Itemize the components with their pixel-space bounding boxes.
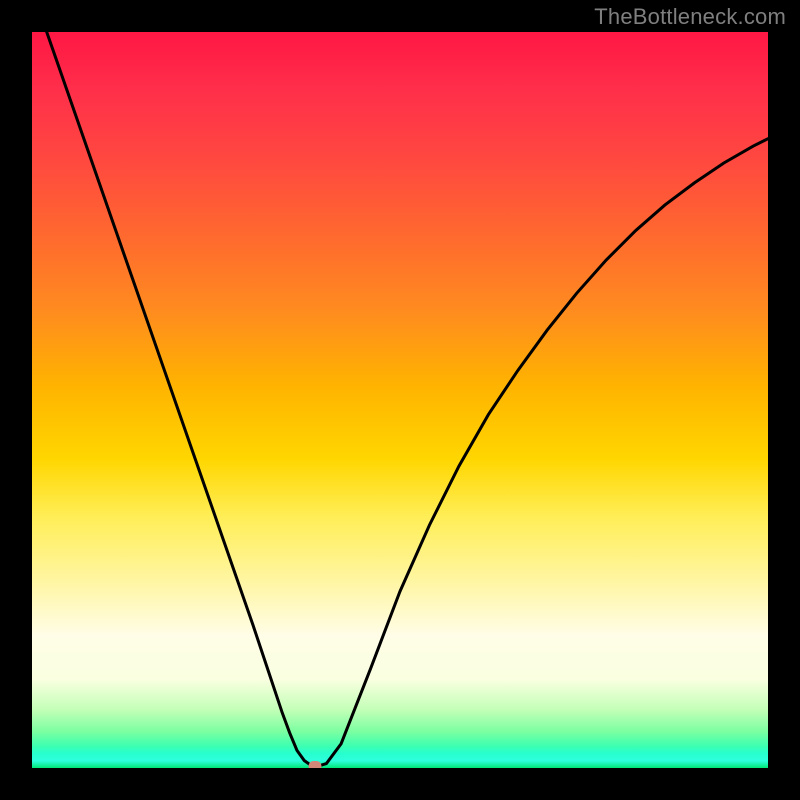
chart-frame: TheBottleneck.com xyxy=(0,0,800,800)
watermark-text: TheBottleneck.com xyxy=(594,4,786,30)
plot-area xyxy=(32,32,768,768)
optimum-marker xyxy=(309,761,322,768)
bottleneck-curve xyxy=(32,32,768,768)
